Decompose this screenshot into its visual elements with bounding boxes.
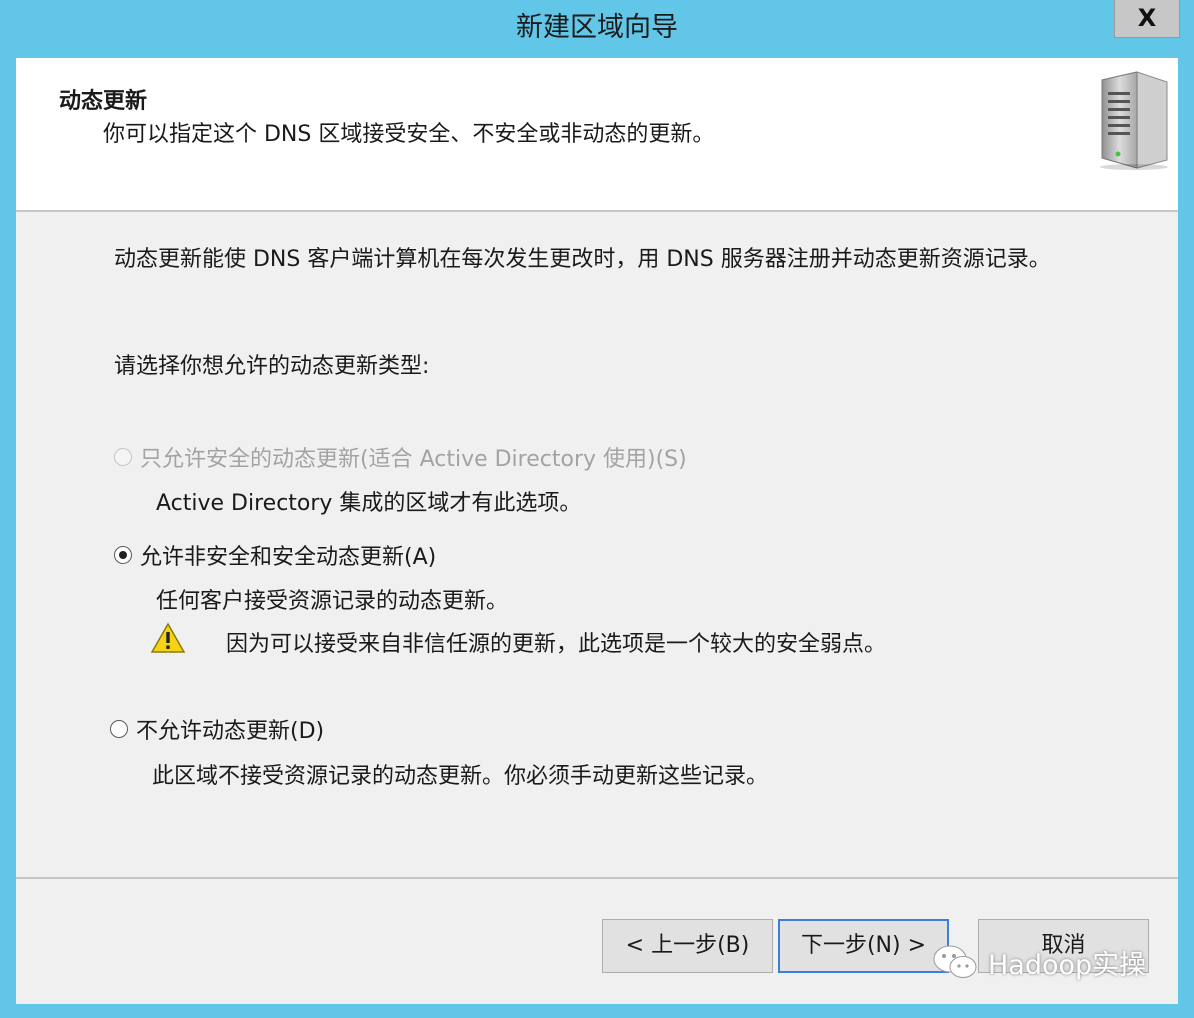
watermark-text: Hadoop实操 (988, 949, 1147, 981)
radio-no-updates[interactable] (110, 720, 128, 738)
option-secure-only-description: Active Directory 集成的区域才有此选项。 (156, 491, 582, 516)
back-button[interactable]: < 上一步(B) (602, 919, 773, 973)
wechat-icon (933, 945, 977, 978)
option-nonsecure-and-secure[interactable]: 允许非安全和安全动态更新(A) (114, 539, 436, 571)
page-subtitle: 你可以指定这个 DNS 区域接受安全、不安全或非动态的更新。 (103, 122, 715, 147)
radio-secure-only (114, 448, 132, 466)
warning-text: 因为可以接受来自非信任源的更新，此选项是一个较大的安全弱点。 (226, 632, 887, 657)
wizard-header: 动态更新 你可以指定这个 DNS 区域接受安全、不安全或非动态的更新。 (16, 58, 1178, 212)
watermark: Hadoop实操 (930, 942, 1146, 982)
option-no-updates-description: 此区域不接受资源记录的动态更新。你必须手动更新这些记录。 (152, 764, 769, 789)
option-no-updates-label[interactable]: 不允许动态更新(D) (136, 713, 324, 745)
warning-icon (150, 622, 186, 653)
option-secure-only: 只允许安全的动态更新(适合 Active Directory 使用)(S) (114, 441, 687, 473)
footer-divider (16, 877, 1178, 879)
radio-nonsecure-and-secure[interactable] (114, 546, 132, 564)
wizard-dialog: 动态更新 你可以指定这个 DNS 区域接受安全、不安全或非动态的更新。 动态更新… (16, 58, 1178, 1004)
next-button[interactable]: 下一步(N) > (778, 919, 949, 973)
option-no-updates[interactable]: 不允许动态更新(D) (110, 713, 324, 745)
close-button[interactable]: X (1114, 0, 1180, 38)
option-nonsecure-and-secure-label[interactable]: 允许非安全和安全动态更新(A) (140, 539, 436, 571)
page-title: 动态更新 (59, 89, 148, 114)
option-nonsecure-and-secure-description: 任何客户接受资源记录的动态更新。 (156, 589, 509, 614)
intro-text: 动态更新能使 DNS 客户端计算机在每次发生更改时，用 DNS 服务器注册并动态… (114, 247, 1051, 272)
option-secure-only-label: 只允许安全的动态更新(适合 Active Directory 使用)(S) (140, 447, 687, 472)
window-title: 新建区域向导 (516, 12, 678, 43)
title-bar[interactable]: 新建区域向导 X (0, 0, 1194, 58)
server-icon (1100, 71, 1168, 170)
prompt-text: 请选择你想允许的动态更新类型: (114, 354, 430, 379)
